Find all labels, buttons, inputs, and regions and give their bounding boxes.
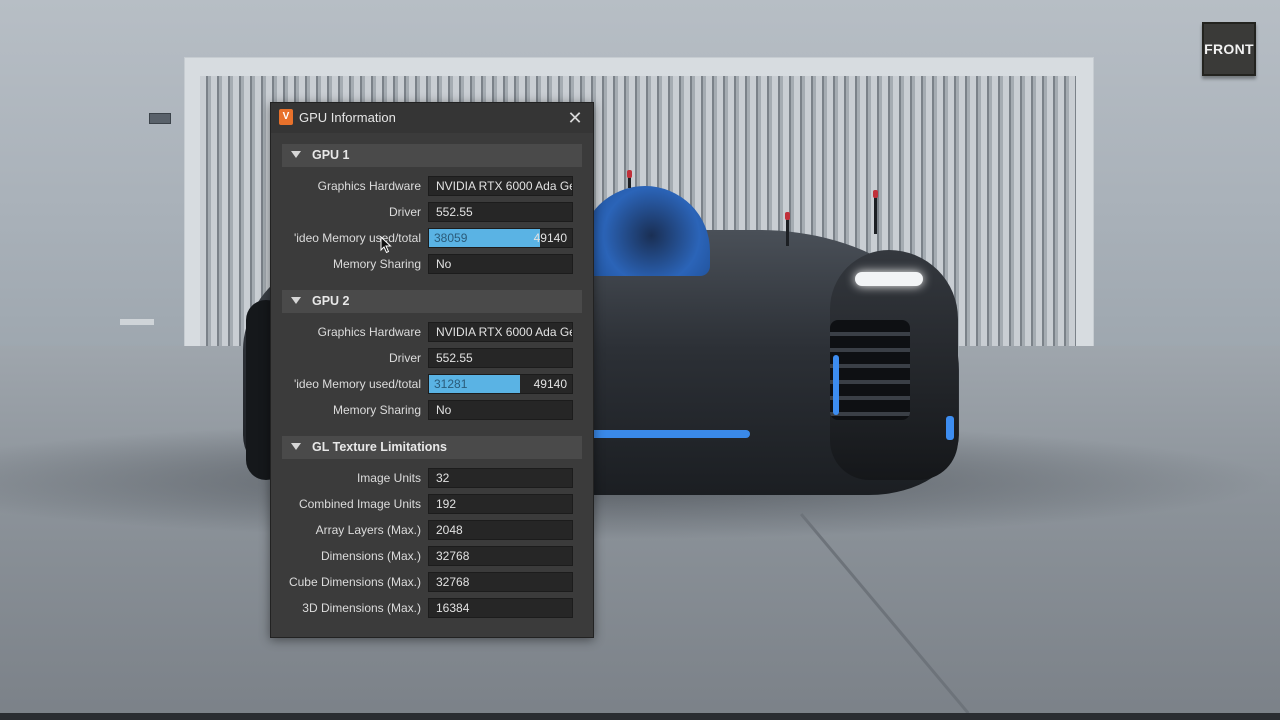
row-label: 3D Dimensions (Max.)	[302, 601, 421, 615]
car-accent-light	[946, 416, 954, 440]
app-icon-letter: V	[282, 111, 290, 122]
row-combined-image-units: Combined Image Units 192	[271, 494, 593, 516]
cube-dimensions-field[interactable]: 32768	[428, 572, 573, 592]
section-header-gpu-2[interactable]: GPU 2	[282, 290, 582, 313]
row-3d-dimensions: 3D Dimensions (Max.) 16384	[271, 598, 593, 620]
row-graphics-hardware: Graphics Hardware NVIDIA RTX 6000 Ada Ge	[271, 176, 593, 198]
section-title: GL Texture Limitations	[312, 440, 447, 454]
section-header-gl-texture-limitations[interactable]: GL Texture Limitations	[282, 436, 582, 459]
close-icon: ✕	[567, 108, 583, 128]
driver-field[interactable]: 552.55	[428, 202, 573, 222]
car-underglow	[590, 430, 750, 438]
row-label: Dimensions (Max.)	[320, 549, 421, 563]
combined-image-units-field[interactable]: 192	[428, 494, 573, 514]
row-driver: Driver 552.55	[271, 202, 593, 224]
row-video-memory: 'ideo Memory used/total 31281 49140	[271, 374, 593, 396]
section-title: GPU 2	[312, 294, 350, 308]
row-label: Array Layers (Max.)	[315, 523, 421, 537]
collapse-triangle-icon	[291, 297, 301, 304]
row-label: Memory Sharing	[332, 403, 421, 417]
gpu-information-dialog: V GPU Information ✕ GPU 1 Graphics Hardw…	[270, 102, 594, 638]
video-memory-total: 49140	[533, 231, 567, 245]
row-video-memory: 'ideo Memory used/total 38059 49140	[271, 228, 593, 250]
mouse-cursor-icon	[380, 236, 392, 254]
row-graphics-hardware: Graphics Hardware NVIDIA RTX 6000 Ada Ge	[271, 322, 593, 344]
car-headlight	[855, 272, 923, 286]
row-label: Graphics Hardware	[317, 179, 421, 193]
row-image-units: Image Units 32	[271, 468, 593, 490]
row-label: Driver	[389, 205, 421, 219]
row-label: 'ideo Memory used/total	[293, 377, 421, 391]
collapse-triangle-icon	[291, 443, 301, 450]
video-memory-used: 38059	[434, 231, 468, 245]
dialog-titlebar[interactable]: V GPU Information ✕	[271, 103, 593, 133]
row-label: Image Units	[356, 471, 421, 485]
collapse-triangle-icon	[291, 151, 301, 158]
memory-sharing-field[interactable]: No	[428, 400, 573, 420]
close-button[interactable]: ✕	[565, 108, 585, 128]
car-antenna-tip	[785, 212, 790, 220]
memory-sharing-field[interactable]: No	[428, 254, 573, 274]
dialog-title: GPU Information	[299, 110, 396, 125]
3d-dimensions-field[interactable]: 16384	[428, 598, 573, 618]
video-memory-used: 31281	[434, 377, 468, 391]
row-driver: Driver 552.55	[271, 348, 593, 370]
row-array-layers: Array Layers (Max.) 2048	[271, 520, 593, 542]
driver-field[interactable]: 552.55	[428, 348, 573, 368]
car-vents	[830, 320, 910, 420]
view-cube-front[interactable]: FRONT	[1202, 22, 1256, 76]
video-memory-total: 49140	[533, 377, 567, 391]
exit-sign	[149, 113, 171, 124]
3d-viewport[interactable]	[0, 0, 1280, 720]
row-label: 'ideo Memory used/total	[293, 231, 421, 245]
row-label: Driver	[389, 351, 421, 365]
car-accent-light	[833, 355, 839, 415]
viewport-bottom-bar	[0, 713, 1280, 720]
graphics-hardware-field[interactable]: NVIDIA RTX 6000 Ada Ge	[428, 322, 573, 342]
wall-plate	[120, 319, 154, 325]
row-memory-sharing: Memory Sharing No	[271, 400, 593, 422]
image-units-field[interactable]: 32	[428, 468, 573, 488]
dimensions-field[interactable]: 32768	[428, 546, 573, 566]
row-cube-dimensions: Cube Dimensions (Max.) 32768	[271, 572, 593, 594]
row-dimensions: Dimensions (Max.) 32768	[271, 546, 593, 568]
car-antenna	[874, 192, 877, 234]
video-memory-bar: 38059 49140	[428, 228, 573, 248]
graphics-hardware-field[interactable]: NVIDIA RTX 6000 Ada Ge	[428, 176, 573, 196]
car-antenna-tip	[627, 170, 632, 178]
array-layers-field[interactable]: 2048	[428, 520, 573, 540]
video-memory-bar: 31281 49140	[428, 374, 573, 394]
row-label: Combined Image Units	[298, 497, 421, 511]
section-title: GPU 1	[312, 148, 350, 162]
view-label-text: FRONT	[1204, 41, 1254, 57]
row-memory-sharing: Memory Sharing No	[271, 254, 593, 276]
section-header-gpu-1[interactable]: GPU 1	[282, 144, 582, 167]
car-antenna-tip	[873, 190, 878, 198]
row-label: Memory Sharing	[332, 257, 421, 271]
app-icon: V	[279, 109, 293, 125]
row-label: Graphics Hardware	[317, 325, 421, 339]
row-label: Cube Dimensions (Max.)	[288, 575, 421, 589]
